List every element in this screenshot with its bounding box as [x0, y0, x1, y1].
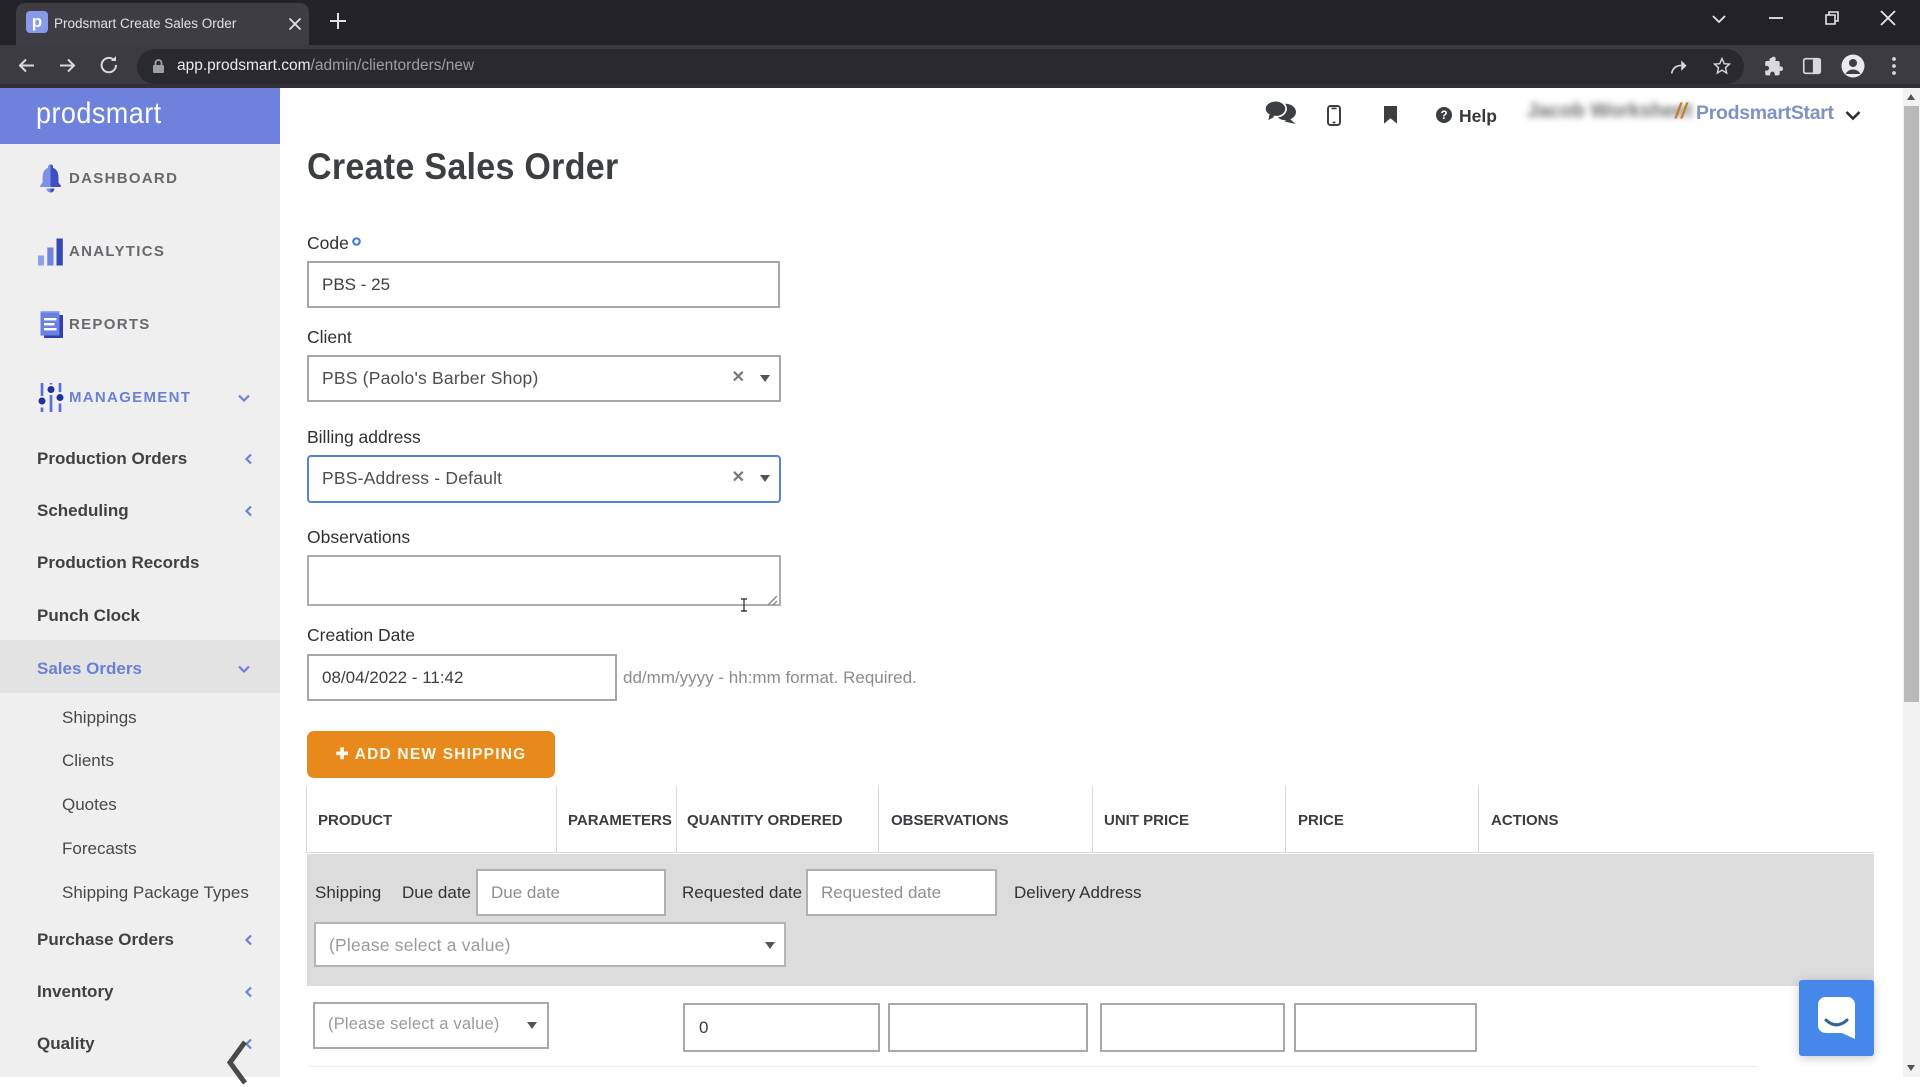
- svg-text:?: ?: [1440, 110, 1447, 122]
